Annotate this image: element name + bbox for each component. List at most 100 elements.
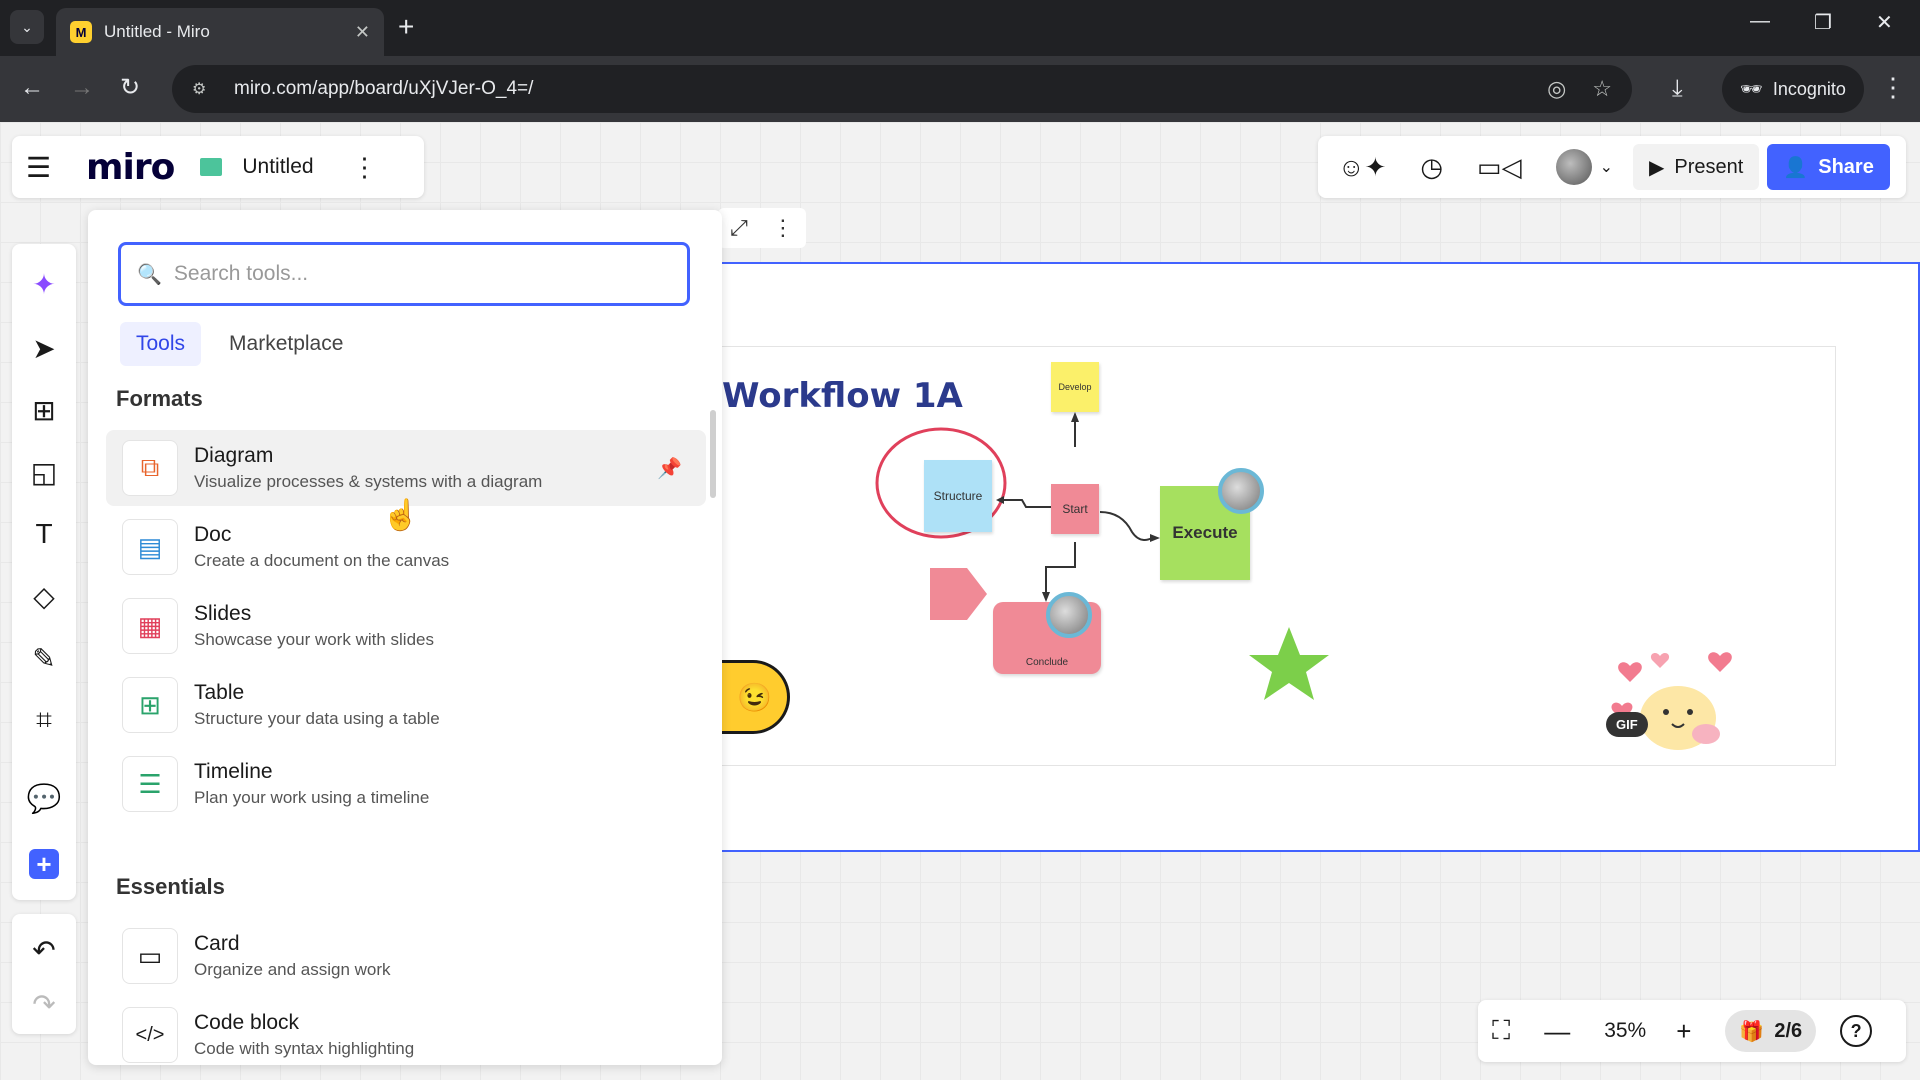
diagram-icon: ⧉ bbox=[122, 440, 178, 496]
board-header: ☰ miro Untitled ⋮ bbox=[12, 136, 424, 198]
tool-item-timeline[interactable]: ☰ Timeline Plan your work using a timeli… bbox=[106, 746, 706, 822]
board-title[interactable]: Untitled bbox=[242, 155, 313, 179]
site-settings-icon[interactable]: ⚙ bbox=[192, 79, 218, 99]
tool-desc: Plan your work using a timeline bbox=[194, 788, 430, 807]
board-icon bbox=[200, 158, 223, 176]
tool-item-table[interactable]: ⊞ Table Structure your data using a tabl… bbox=[106, 667, 706, 743]
expand-icon[interactable]: ⤢ bbox=[730, 215, 748, 241]
close-tab-icon[interactable]: ✕ bbox=[355, 22, 370, 43]
comments-icon[interactable]: ◷ bbox=[1420, 152, 1443, 183]
tool-desc: Structure your data using a table bbox=[194, 709, 440, 728]
ai-sparkle-icon[interactable]: ✦ bbox=[24, 264, 64, 304]
tab-search-button[interactable]: ⌄ bbox=[10, 10, 44, 44]
tool-desc: Create a document on the canvas bbox=[194, 551, 450, 570]
incognito-icon: 🕶 bbox=[1740, 78, 1763, 99]
tool-desc: Visualize processes & systems with a dia… bbox=[194, 472, 543, 491]
tool-item-diagram[interactable]: ⧉ Diagram Visualize processes & systems … bbox=[106, 430, 706, 506]
minimize-icon[interactable]: — bbox=[1750, 10, 1770, 33]
text-icon[interactable]: T bbox=[24, 514, 64, 554]
new-tab-button[interactable]: + bbox=[398, 12, 414, 42]
tool-title: Table bbox=[194, 681, 245, 704]
templates-icon[interactable]: ⊞ bbox=[24, 390, 64, 430]
gif-badge: GIF bbox=[1606, 712, 1648, 737]
reload-icon[interactable]: ↻ bbox=[120, 74, 140, 102]
incognito-label: Incognito bbox=[1772, 78, 1846, 99]
frame-icon[interactable]: ⌗ bbox=[24, 700, 64, 740]
essentials-heading: Essentials bbox=[116, 874, 225, 899]
comment-icon[interactable]: 💬 bbox=[24, 778, 64, 818]
board-more-icon[interactable]: ⋮ bbox=[352, 152, 378, 183]
pen-icon[interactable]: ✎ bbox=[24, 638, 64, 678]
tab-title: Untitled - Miro bbox=[104, 22, 210, 41]
help-icon[interactable]: ? bbox=[1840, 1015, 1873, 1047]
zoom-level[interactable]: 35% bbox=[1604, 1019, 1646, 1043]
browser-menu-icon[interactable]: ⋮ bbox=[1880, 72, 1906, 103]
pin-icon[interactable]: 📌 bbox=[657, 456, 682, 481]
diagram-connectors bbox=[875, 412, 1329, 700]
tool-desc: Code with syntax highlighting bbox=[194, 1039, 415, 1058]
forward-icon[interactable]: → bbox=[70, 74, 94, 102]
incognito-indicator[interactable]: 🕶 Incognito bbox=[1722, 65, 1864, 113]
search-tools-field[interactable]: 🔍 bbox=[118, 242, 690, 306]
shapes-icon[interactable]: ◇ bbox=[24, 576, 64, 616]
collaborator-avatar[interactable] bbox=[1046, 592, 1092, 638]
more-tools-plus-button[interactable]: + bbox=[29, 849, 59, 879]
tab-marketplace[interactable]: Marketplace bbox=[213, 322, 359, 366]
download-icon[interactable]: ⤓ bbox=[1672, 75, 1683, 103]
share-label: Share bbox=[1818, 155, 1874, 178]
chevron-down-icon: ⌄ bbox=[1599, 159, 1613, 176]
restore-icon[interactable]: ❐ bbox=[1814, 10, 1832, 35]
browser-tab[interactable]: M Untitled - Miro ✕ bbox=[56, 8, 384, 56]
tools-tabs: Tools Marketplace bbox=[120, 322, 359, 366]
tab-tools[interactable]: Tools bbox=[120, 322, 202, 366]
miro-logo[interactable]: miro bbox=[86, 147, 175, 188]
collaborators-dropdown[interactable]: ⌄ bbox=[1555, 149, 1613, 185]
tool-title: Timeline bbox=[194, 760, 273, 783]
tool-item-code-block[interactable]: </> Code block Code with syntax highligh… bbox=[106, 997, 706, 1065]
url-field[interactable]: ⚙ miro.com/app/board/uXjVJer-O_4=/ ◎ ☆ bbox=[172, 65, 1632, 113]
code-block-icon: </> bbox=[122, 1007, 178, 1063]
main-menu-icon[interactable]: ☰ bbox=[26, 151, 62, 184]
slides-icon: ▦ bbox=[122, 598, 178, 654]
history-controls: ↶ ↷ bbox=[12, 914, 76, 1034]
search-tools-input[interactable] bbox=[173, 262, 654, 286]
bookmark-star-icon[interactable]: ☆ bbox=[1592, 76, 1612, 102]
user-icon: 👤 bbox=[1783, 156, 1809, 179]
frames-navigator-button[interactable]: 🎁 2/6 bbox=[1725, 1010, 1817, 1052]
collaboration-bar: ☺✦ ◷ ▭◁ ⌄ ▶ Present 👤 Share bbox=[1318, 136, 1906, 198]
select-cursor-icon[interactable]: ➤ bbox=[24, 328, 64, 368]
tool-desc: Showcase your work with slides bbox=[194, 630, 434, 649]
tool-title: Code block bbox=[194, 1011, 300, 1034]
eye-off-icon[interactable]: ◎ bbox=[1547, 76, 1566, 102]
sticky-note-structure[interactable]: Structure bbox=[924, 460, 992, 532]
close-window-icon[interactable]: ✕ bbox=[1876, 10, 1893, 35]
tool-title: Slides bbox=[194, 602, 252, 625]
pentagon-arrow-shape bbox=[930, 568, 987, 620]
reactions-icon[interactable]: ☺✦ bbox=[1338, 152, 1386, 183]
video-call-icon[interactable]: ▭◁ bbox=[1477, 152, 1522, 183]
undo-icon[interactable]: ↶ bbox=[24, 930, 64, 970]
sticky-note-start[interactable]: Start bbox=[1051, 484, 1099, 534]
frame-more-icon[interactable]: ⋮ bbox=[772, 215, 794, 241]
zoom-controls: ⛶ — 35% + 🎁 2/6 ? bbox=[1478, 1000, 1906, 1062]
present-button[interactable]: ▶ Present bbox=[1633, 144, 1760, 190]
sticky-note-icon[interactable]: ◱ bbox=[24, 452, 64, 492]
collaborator-avatar[interactable] bbox=[1218, 468, 1264, 514]
panel-scrollbar[interactable] bbox=[710, 410, 716, 498]
sticky-note-develop[interactable]: Develop bbox=[1051, 362, 1099, 412]
miro-favicon-icon: M bbox=[70, 21, 92, 43]
avatar bbox=[1555, 149, 1592, 185]
tool-item-card[interactable]: ▭ Card Organize and assign work bbox=[106, 918, 706, 994]
redo-icon[interactable]: ↷ bbox=[24, 984, 64, 1024]
back-icon[interactable]: ← bbox=[20, 74, 44, 102]
gif-sticker[interactable] bbox=[1600, 646, 1750, 756]
zoom-out-icon[interactable]: — bbox=[1544, 1016, 1570, 1047]
tool-item-slides[interactable]: ▦ Slides Showcase your work with slides bbox=[106, 588, 706, 664]
green-star-shape bbox=[1249, 627, 1329, 700]
tool-desc: Organize and assign work bbox=[194, 960, 391, 979]
frame-controls: ⤢ ⋮ bbox=[718, 208, 806, 248]
timeline-icon: ☰ bbox=[122, 756, 178, 812]
fit-to-screen-icon[interactable]: ⛶ bbox=[1492, 1015, 1510, 1047]
share-button[interactable]: 👤 Share bbox=[1767, 144, 1890, 190]
zoom-in-icon[interactable]: + bbox=[1676, 1016, 1691, 1047]
